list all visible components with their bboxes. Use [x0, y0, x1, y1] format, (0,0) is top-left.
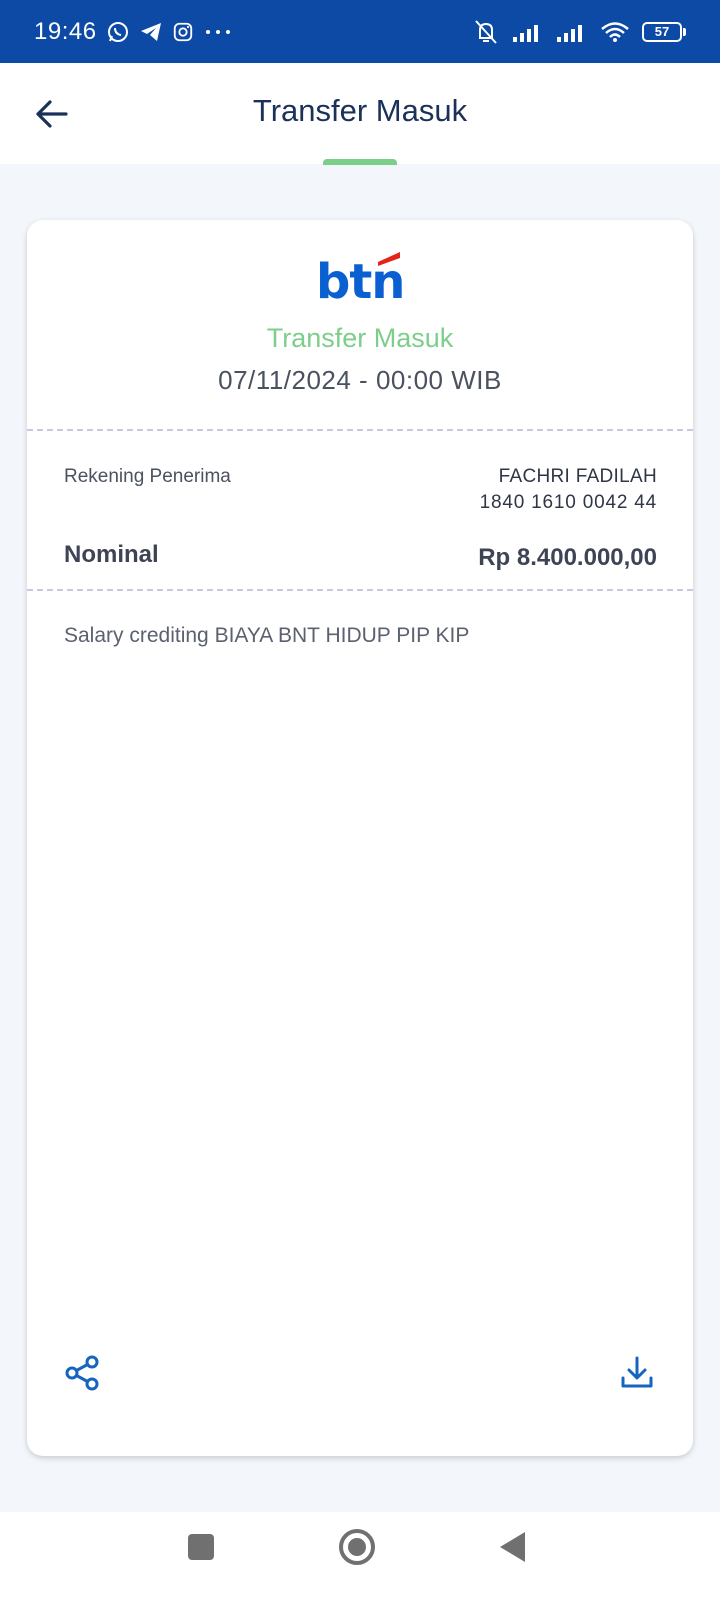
share-button[interactable]	[63, 1353, 103, 1393]
home-dot	[348, 1538, 366, 1556]
divider	[27, 589, 693, 591]
header-indicator	[323, 159, 397, 165]
status-right: 57	[472, 19, 686, 45]
nominal-value: Rp 8.400.000,00	[478, 544, 657, 571]
recent-apps-button[interactable]	[188, 1534, 214, 1560]
recipient-name: FACHRI FADILAH	[498, 466, 657, 487]
download-icon	[621, 1356, 653, 1388]
system-nav-bar	[0, 1512, 720, 1600]
instagram-icon	[172, 21, 194, 43]
divider	[27, 429, 693, 431]
recipient-account: 1840 1610 0042 44	[479, 492, 657, 513]
battery-tip	[683, 27, 686, 36]
more-dots-icon	[203, 20, 233, 44]
signal-icon	[512, 21, 544, 43]
btn-logo: btn	[27, 248, 693, 308]
transaction-datetime: 07/11/2024 - 00:00 WIB	[218, 365, 502, 395]
wifi-icon	[600, 20, 630, 44]
nominal-label: Nominal	[64, 541, 159, 568]
telegram-icon	[139, 20, 163, 44]
status-left: 19:46	[34, 18, 233, 46]
status-bar: 19:46 57	[0, 0, 720, 63]
whatsapp-icon	[106, 20, 130, 44]
signal-icon	[556, 21, 588, 43]
transaction-status: Transfer Masuk	[266, 323, 454, 353]
share-icon	[65, 1355, 99, 1391]
download-button[interactable]	[617, 1353, 657, 1393]
page-title: Transfer Masuk	[252, 93, 468, 128]
system-back-button[interactable]	[500, 1532, 525, 1562]
svg-text:btn: btn	[316, 254, 404, 304]
status-time: 19:46	[34, 17, 97, 45]
home-button[interactable]	[339, 1529, 375, 1565]
transaction-description: Salary crediting BIAYA BNT HIDUP PIP KIP	[64, 624, 470, 647]
battery-level: 57	[642, 21, 682, 42]
recipient-label: Rekening Penerima	[64, 466, 231, 487]
receipt-card: btn Transfer Masuk 07/11/2024 - 00:00 WI…	[27, 220, 693, 1456]
app-header: Transfer Masuk	[0, 63, 720, 165]
battery-icon: 57	[642, 21, 686, 42]
silent-icon	[472, 19, 500, 45]
